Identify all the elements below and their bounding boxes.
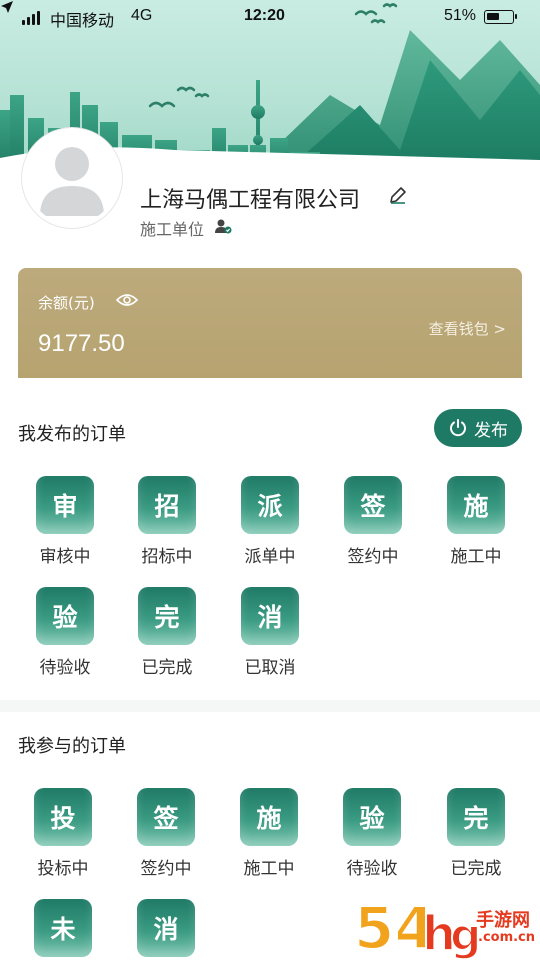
tile-glyph: 完 [138, 587, 196, 645]
order-status-tile-cancelled[interactable]: 消 [126, 899, 206, 957]
battery-level-fill [487, 13, 499, 20]
power-icon [450, 419, 466, 437]
role-label: 施工单位 [140, 220, 205, 239]
publish-button[interactable]: 发布 [434, 409, 522, 447]
site-watermark-logo: 54 h g 手游网 .com.cn [350, 886, 540, 960]
order-status-tile-pending-acceptance[interactable]: 验 待验收 [25, 587, 105, 678]
status-bar: 中国移动 4G 12:20 51% [0, 0, 540, 34]
tile-glyph: 施 [447, 476, 505, 534]
eye-icon[interactable] [116, 292, 138, 308]
tile-glyph: 签 [137, 788, 195, 846]
watermark-domain: .com.cn [478, 930, 536, 945]
tile-glyph: 消 [137, 899, 195, 957]
tile-label: 待验收 [39, 658, 91, 678]
battery-percent: 51% [444, 7, 477, 24]
order-status-tile-pending-acceptance[interactable]: 验 待验收 [332, 788, 412, 879]
order-status-tile-signing[interactable]: 签 签约中 [333, 476, 413, 567]
order-status-tile-bidding[interactable]: 招 招标中 [127, 476, 207, 567]
balance-amount: 9177.50 [38, 330, 125, 357]
tile-label: 招标中 [141, 547, 193, 567]
tile-label: 签约中 [347, 547, 399, 567]
tile-glyph: 验 [36, 587, 94, 645]
watermark-text: 手游网 [476, 910, 530, 931]
order-status-tile-constructing[interactable]: 施 施工中 [436, 476, 516, 567]
tile-glyph: 审 [36, 476, 94, 534]
network-type: 4G [131, 7, 153, 24]
location-arrow-icon [1, 1, 13, 13]
tile-glyph: 施 [240, 788, 298, 846]
pencil-edit-icon[interactable] [388, 185, 408, 205]
order-status-tile-not-awarded[interactable]: 未 [23, 899, 103, 957]
order-status-tile-reviewing[interactable]: 审 审核中 [25, 476, 105, 567]
tile-label: 已取消 [244, 658, 296, 678]
order-status-tile-completed[interactable]: 完 已完成 [436, 788, 516, 879]
tile-glyph: 完 [447, 788, 505, 846]
wallet-card[interactable]: 余额(元) 9177.50 查看钱包 > [18, 268, 522, 378]
tile-label: 已完成 [450, 859, 502, 879]
tile-glyph: 消 [241, 587, 299, 645]
section-title: 我参与的订单 [18, 736, 126, 757]
tile-label: 待验收 [346, 859, 398, 879]
my-published-orders-section: 我发布的订单 发布 审 审核中 招 招标中 派 派单中 签 签约中 施 施工中 … [0, 378, 540, 700]
tile-glyph: 招 [138, 476, 196, 534]
order-status-tile-dispatching[interactable]: 派 派单中 [230, 476, 310, 567]
signal-icon [22, 11, 40, 25]
tile-glyph: 派 [241, 476, 299, 534]
section-title: 我发布的订单 [18, 424, 126, 445]
order-status-tile-signing[interactable]: 签 签约中 [126, 788, 206, 879]
balance-label: 余额(元) [38, 294, 95, 312]
tile-label: 派单中 [244, 547, 296, 567]
tile-label: 投标中 [37, 859, 89, 879]
tile-glyph: 验 [343, 788, 401, 846]
battery-icon [484, 10, 517, 24]
tile-label: 施工中 [450, 547, 502, 567]
tile-glyph: 投 [34, 788, 92, 846]
order-status-tile-cancelled[interactable]: 消 已取消 [230, 587, 310, 678]
tile-glyph: 签 [344, 476, 402, 534]
tile-label: 施工中 [243, 859, 295, 879]
tile-glyph: 未 [34, 899, 92, 957]
tile-label: 签约中 [140, 859, 192, 879]
company-name: 上海马偶工程有限公司 [140, 188, 361, 213]
clock: 12:20 [244, 7, 285, 24]
tile-label: 审核中 [39, 547, 91, 567]
order-status-tile-constructing[interactable]: 施 施工中 [229, 788, 309, 879]
publish-label: 发布 [474, 420, 508, 441]
verified-user-icon [215, 219, 232, 234]
view-wallet-link[interactable]: 查看钱包 > [429, 318, 506, 339]
order-status-tile-bidding[interactable]: 投 投标中 [23, 788, 103, 879]
carrier-name: 中国移动 [50, 13, 115, 30]
avatar[interactable] [22, 128, 122, 228]
order-status-tile-completed[interactable]: 完 已完成 [127, 587, 207, 678]
tile-label: 已完成 [141, 658, 193, 678]
default-user-icon [40, 147, 104, 216]
